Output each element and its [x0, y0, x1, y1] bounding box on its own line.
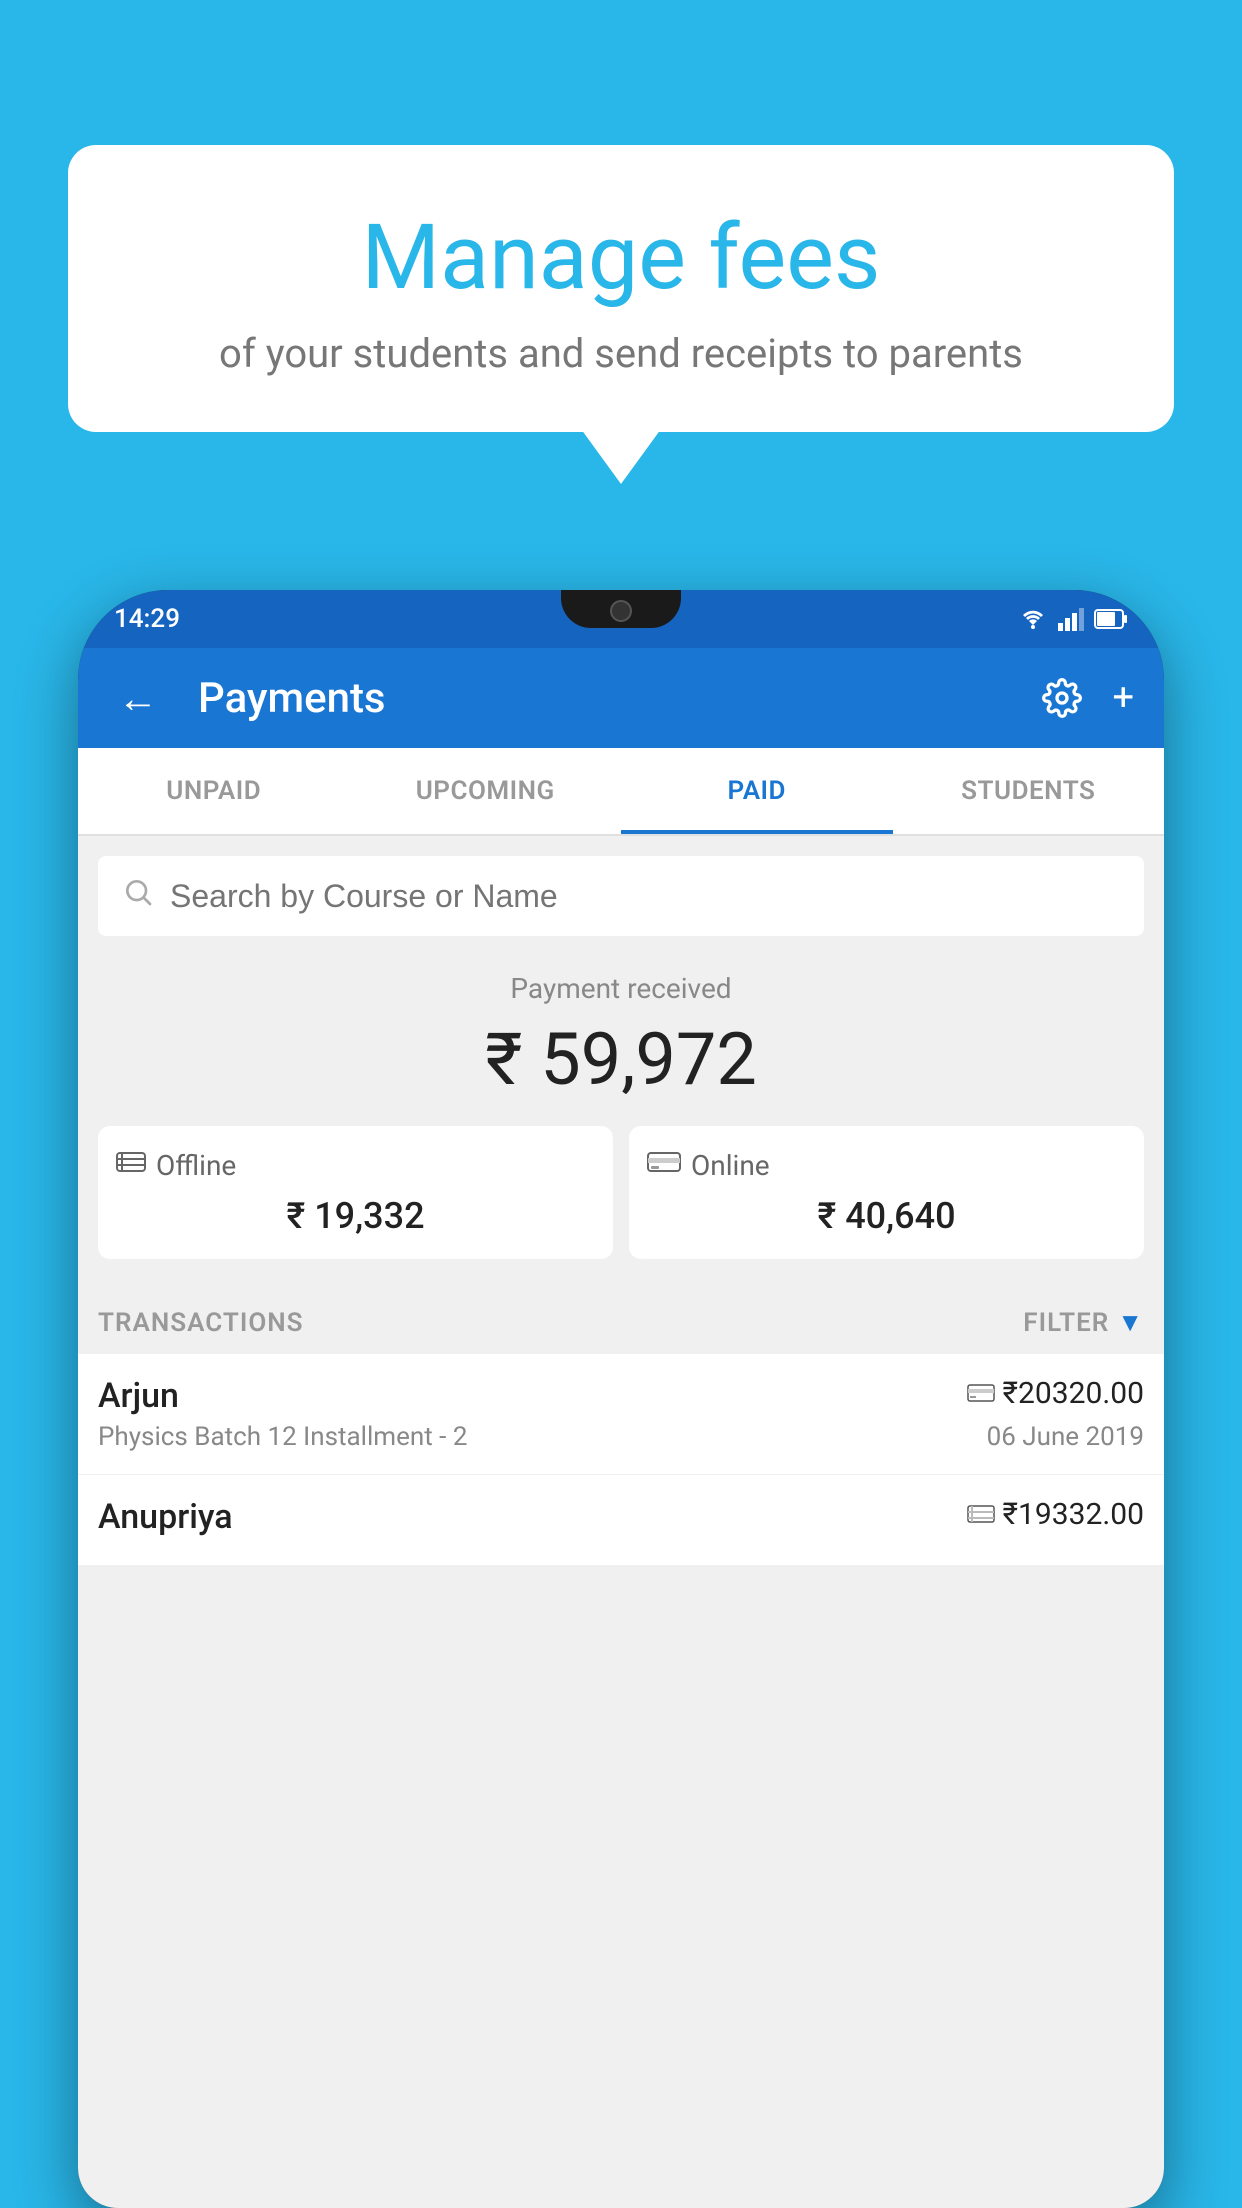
offline-label: Offline — [156, 1149, 236, 1182]
transaction-amount-value: ₹20320.00 — [1003, 1376, 1144, 1411]
back-button[interactable]: ← — [108, 675, 168, 722]
online-label: Online — [691, 1149, 770, 1182]
online-icon — [647, 1148, 681, 1183]
app-bar: ← Payments + — [78, 648, 1164, 748]
online-amount: ₹ 40,640 — [647, 1195, 1126, 1237]
transaction-name: Anupriya — [98, 1497, 233, 1537]
transaction-amount-value: ₹19332.00 — [1003, 1497, 1144, 1532]
offline-amount: ₹ 19,332 — [116, 1195, 595, 1237]
transaction-course: Physics Batch 12 Installment - 2 — [98, 1422, 467, 1452]
speech-bubble: Manage fees of your students and send re… — [68, 145, 1174, 432]
transaction-name: Arjun — [98, 1376, 179, 1416]
payment-cards: Offline ₹ 19,332 — [98, 1126, 1144, 1259]
wifi-icon — [1018, 607, 1048, 631]
battery-icon — [1094, 608, 1128, 630]
search-input[interactable] — [170, 878, 1120, 915]
front-camera — [610, 600, 632, 622]
status-bar: 14:29 — [78, 590, 1164, 648]
online-payment-card: Online ₹ 40,640 — [629, 1126, 1144, 1259]
search-bar[interactable] — [98, 856, 1144, 936]
speech-bubble-title: Manage fees — [118, 205, 1124, 310]
tab-paid[interactable]: PAID — [621, 748, 893, 834]
signal-icon — [1058, 607, 1084, 631]
offline-icon — [116, 1148, 146, 1183]
filter-button[interactable]: FILTER ▼ — [1023, 1307, 1144, 1338]
online-card-header: Online — [647, 1148, 1126, 1183]
transaction-item[interactable]: Anupriya ₹19332.00 — [78, 1475, 1164, 1566]
app-bar-actions: + — [1042, 676, 1134, 720]
status-bar-icons — [1018, 607, 1128, 631]
notch — [561, 590, 681, 628]
page-title: Payments — [198, 674, 1022, 723]
search-icon — [122, 876, 154, 917]
payment-type-icon — [967, 1504, 995, 1526]
speech-bubble-subtitle: of your students and send receipts to pa… — [118, 330, 1124, 377]
transaction-date: 06 June 2019 — [987, 1422, 1144, 1452]
transactions-label: TRANSACTIONS — [98, 1308, 304, 1338]
settings-icon[interactable] — [1042, 678, 1082, 718]
offline-payment-card: Offline ₹ 19,332 — [98, 1126, 613, 1259]
transaction-item[interactable]: Arjun ₹20320.00 Physics Batch 12 Install… — [78, 1354, 1164, 1475]
filter-icon: ▼ — [1117, 1307, 1144, 1338]
payment-total-amount: ₹ 59,972 — [98, 1017, 1144, 1102]
transactions-header: TRANSACTIONS FILTER ▼ — [78, 1283, 1164, 1354]
offline-card-header: Offline — [116, 1148, 595, 1183]
tab-upcoming[interactable]: UPCOMING — [350, 748, 622, 834]
transaction-sub: Physics Batch 12 Installment - 2 06 June… — [98, 1422, 1144, 1452]
screen-content: Payment received ₹ 59,972 — [78, 836, 1164, 2208]
transaction-amount: ₹20320.00 — [967, 1376, 1144, 1411]
transaction-amount: ₹19332.00 — [967, 1497, 1144, 1532]
add-button[interactable]: + — [1112, 676, 1134, 720]
payment-received-label: Payment received — [98, 972, 1144, 1005]
status-bar-time: 14:29 — [114, 604, 180, 634]
transaction-row: Arjun ₹20320.00 — [98, 1376, 1144, 1416]
transaction-list: Arjun ₹20320.00 Physics Batch 12 Install… — [78, 1354, 1164, 1566]
filter-label: FILTER — [1023, 1308, 1109, 1338]
payment-summary: Payment received ₹ 59,972 — [78, 936, 1164, 1283]
tab-students[interactable]: STUDENTS — [893, 748, 1165, 834]
tab-unpaid[interactable]: UNPAID — [78, 748, 350, 834]
payment-type-icon — [967, 1383, 995, 1405]
transaction-row: Anupriya ₹19332.00 — [98, 1497, 1144, 1537]
phone-frame: 14:29 ← Payment — [78, 590, 1164, 2208]
tab-bar: UNPAID UPCOMING PAID STUDENTS — [78, 748, 1164, 836]
